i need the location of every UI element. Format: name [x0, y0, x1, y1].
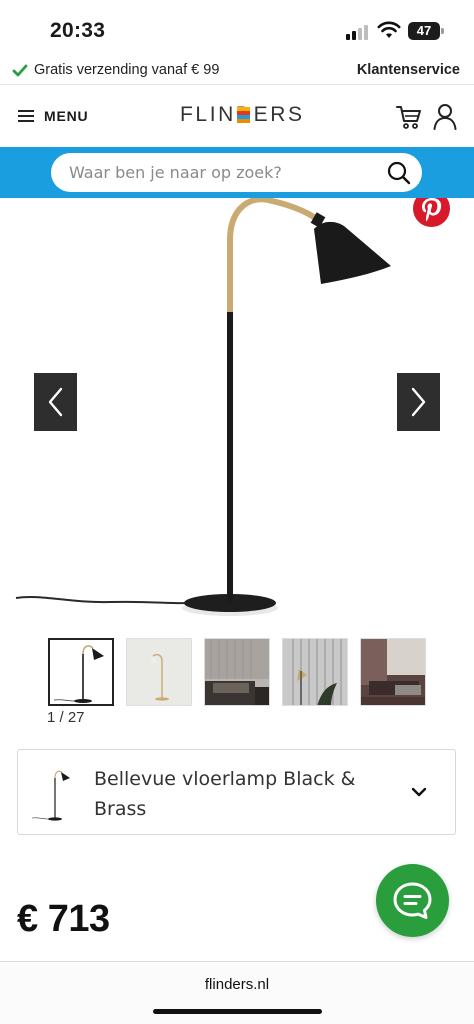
- thumb-living-room[interactable]: [360, 638, 426, 706]
- logo-color-mark: [237, 107, 250, 123]
- chevron-left-icon: [48, 387, 63, 417]
- menu-button[interactable]: MENU: [18, 104, 88, 128]
- hamburger-icon: [18, 110, 34, 122]
- status-time: 20:33: [50, 19, 106, 42]
- variant-selector[interactable]: Bellevue vloerlamp Black & Brass: [17, 749, 456, 835]
- gallery-next-button[interactable]: [397, 373, 440, 431]
- menu-label: MENU: [44, 108, 89, 124]
- chevron-right-icon: [411, 387, 426, 417]
- usp-bar: Gratis verzending vanaf € 99 Klantenserv…: [0, 58, 474, 85]
- chat-button[interactable]: [376, 864, 449, 937]
- url-text[interactable]: flinders.nl: [0, 976, 474, 993]
- chevron-down-icon: [411, 787, 427, 797]
- thumb-lamp-white[interactable]: [48, 638, 114, 706]
- thumbnail-strip: [48, 638, 438, 706]
- gallery-counter: 1 / 27: [47, 709, 85, 726]
- search-input[interactable]: [69, 153, 369, 192]
- variant-name: Bellevue vloerlamp Black & Brass: [94, 768, 356, 820]
- gallery-prev-button[interactable]: [34, 373, 77, 431]
- customer-service-link[interactable]: Klantenservice: [357, 62, 460, 78]
- status-bar: 20:33 47: [0, 0, 474, 58]
- account-icon[interactable]: [433, 103, 457, 130]
- pinterest-share-button[interactable]: [413, 198, 450, 227]
- product-price: € 713: [17, 898, 110, 940]
- search-band: [0, 147, 474, 198]
- thumb-lamp-beige[interactable]: [126, 638, 192, 706]
- battery-cap: [441, 28, 444, 34]
- search-box: [51, 153, 422, 192]
- battery-icon: 47: [408, 22, 440, 40]
- browser-bar: flinders.nl: [0, 961, 474, 1024]
- thumb-lamp-dark-wall[interactable]: [282, 638, 348, 706]
- variant-thumbnail: [31, 770, 70, 821]
- home-indicator[interactable]: [153, 1009, 322, 1014]
- battery-level: 47: [416, 23, 432, 38]
- chat-icon: [393, 882, 432, 919]
- free-shipping-text: Gratis verzending vanaf € 99: [34, 62, 220, 78]
- cart-icon[interactable]: [396, 104, 422, 130]
- cellular-signal-icon: [346, 24, 370, 40]
- site-header: MENU FLINDERS: [0, 86, 474, 146]
- thumb-bedroom[interactable]: [204, 638, 270, 706]
- checkmark-icon: [12, 64, 28, 77]
- search-icon[interactable]: [387, 161, 411, 185]
- wifi-icon: [377, 21, 401, 38]
- pinterest-icon: [422, 198, 442, 222]
- product-gallery: [0, 198, 474, 630]
